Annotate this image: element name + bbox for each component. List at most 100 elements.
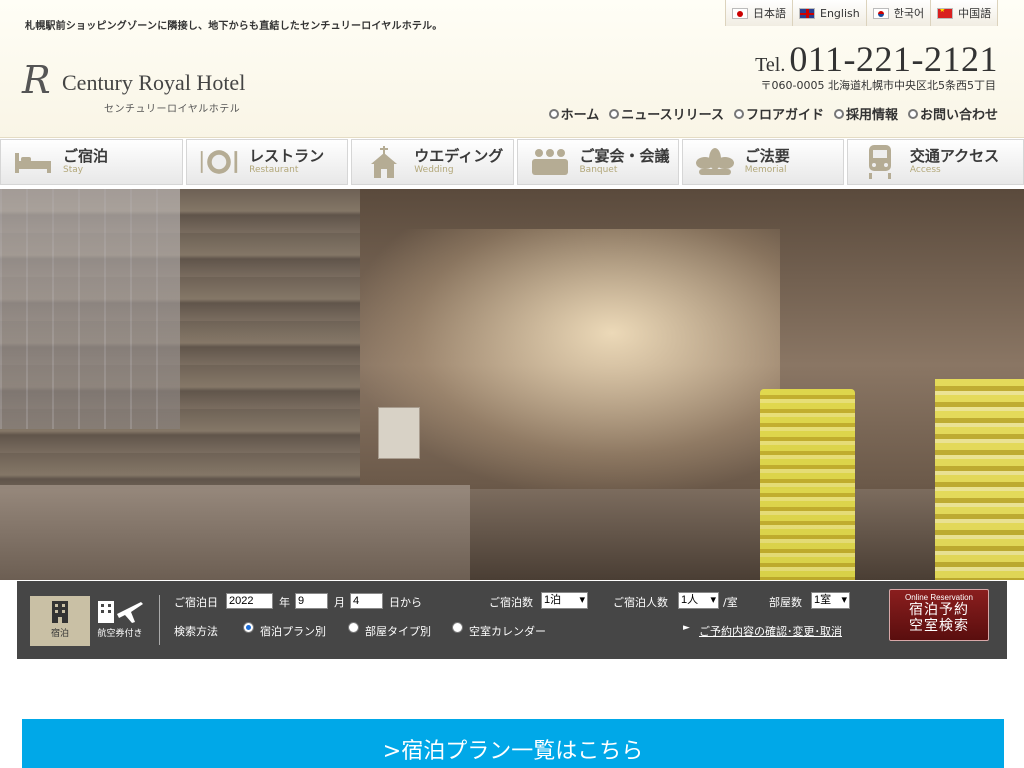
reserve-search-button[interactable]: Online Reservation 宿泊予約 空室検索 [889,589,989,641]
lang-japanese[interactable]: 日本語 [726,0,793,26]
main-navigation: ご宿泊 Stay レストラン Restaurant ウエディング Wedding ご宴… [0,139,1024,187]
bullet-icon [548,108,559,119]
nights-select[interactable]: 1泊 [541,592,588,609]
nav-label: ご法要 [744,147,790,165]
subnav-news[interactable]: ニュースリリース [609,104,724,123]
hero-lamp [760,389,855,580]
subnav-floor-guide[interactable]: フロアガイド [733,104,824,123]
month-input[interactable]: 9 [295,593,328,609]
confirm-reservation-link[interactable]: ご予約内容の確認･変更･取消 [699,623,842,639]
nav-sublabel: Restaurant [249,165,299,175]
plan-list-banner[interactable]: >宿泊プラン一覧はこちら [22,719,1004,768]
logo-kana: センチュリーロイヤルホテル [104,104,241,115]
flag-cn-icon [937,7,954,19]
booking-bar: 宿泊 航空券付き ご宿泊日 2022 年 9 月 4 日から ご宿泊数 1泊 ご… [17,581,1007,659]
lang-chinese[interactable]: 中国語 [931,0,998,26]
building-icon [30,596,90,626]
nav-wedding[interactable]: ウエディング Wedding [351,139,514,185]
subnav-label: フロアガイド [745,108,824,123]
nights-label: ご宿泊数 [489,596,533,609]
subnav-label: ニュースリリース [621,108,724,123]
flag-en-icon [799,7,815,19]
radio-calendar[interactable] [452,622,463,633]
language-switcher: 日本語 English 한국어 中国語 [725,0,999,26]
hero-counter [0,485,470,580]
nav-label: レストラン [249,147,325,165]
subnav-label: 採用情報 [845,108,898,123]
telephone: Tel. 011-221-2121 [755,38,998,80]
nav-sublabel: Banquet [579,165,618,175]
sub-navigation: ホーム ニュースリリース フロアガイド 採用情報 お問い合わせ [548,104,998,123]
year-unit: 年 [279,596,290,609]
tab-label: 宿泊 [50,629,69,639]
tab-air-ticket[interactable]: 航空券付き [90,596,150,646]
subnav-label: ホーム [560,108,600,123]
logo-mark: R [22,58,51,102]
lang-korean[interactable]: 한국어 [866,0,932,26]
guests-select[interactable]: 1人 [678,592,719,609]
bullet-icon [907,108,918,119]
search-method-label: 検索方法 [174,625,218,638]
banquet-icon [530,145,570,179]
rooms-select[interactable]: 1室 [811,592,850,609]
checkin-label: ご宿泊日 [174,596,218,609]
year-input[interactable]: 2022 [226,593,273,609]
nav-sublabel: Wedding [414,165,454,175]
nav-label: 交通アクセス [909,147,1000,165]
nav-label: ご宴会・会議 [579,147,670,165]
radio-room-type-label: 部屋タイプ別 [365,625,431,638]
address: 〒060-0005 北海道札幌市中央区北5条西5丁目 [760,79,996,92]
guests-unit: /室 [723,596,738,609]
subnav-recruit[interactable]: 採用情報 [833,104,898,123]
lang-label: English [820,6,860,20]
building-plane-icon [90,596,150,626]
bullet-icon [833,108,844,119]
flag-jp-icon [732,7,748,19]
hero-sign [378,407,420,459]
subnav-label: お問い合わせ [919,108,998,123]
nav-restaurant[interactable]: レストラン Restaurant [186,139,349,185]
hero-lobby-image [0,189,1024,580]
lang-english[interactable]: English [793,0,867,26]
nav-memorial[interactable]: ご法要 Memorial [681,139,844,185]
tagline: 札幌駅前ショッピングゾーンに隣接し、地下からも直結したセンチュリーロイヤルホテル… [25,21,443,32]
nav-banquet[interactable]: ご宴会・会議 Banquet [516,139,679,185]
button-sublabel: Online Reservation [904,593,974,602]
nav-sublabel: Stay [63,165,84,175]
day-input[interactable]: 4 [350,593,383,609]
nav-sublabel: Memorial [744,165,787,175]
lang-label: 日本語 [753,7,786,20]
radio-plan-label: 宿泊プラン別 [260,625,326,638]
flag-ko-icon [872,7,889,19]
subnav-contact[interactable]: お問い合わせ [907,104,998,123]
site-header: 札幌駅前ショッピングゾーンに隣接し、地下からも直結したセンチュリーロイヤルホテル… [0,0,1024,138]
nav-stay[interactable]: ご宿泊 Stay [0,139,184,185]
divider [159,595,160,645]
guests-label: ご宿泊人数 [613,596,668,609]
radio-room-type[interactable] [348,622,359,633]
plate-icon [199,145,239,179]
tel-label: Tel. [755,54,786,76]
lotus-icon [695,145,735,179]
bullet-icon [609,108,620,119]
train-icon [860,145,900,179]
rooms-label: 部屋数 [769,596,802,609]
nav-label: ウエディング [414,147,504,165]
subnav-home[interactable]: ホーム [548,104,600,123]
tab-stay[interactable]: 宿泊 [30,596,90,646]
hotel-logo[interactable]: R Century Royal Hotel センチュリーロイヤルホテル [22,60,262,120]
arrow-right-icon: ► [683,623,690,633]
hero-window-reflection [0,189,180,429]
tab-label: 航空券付き [97,629,143,639]
nav-label: ご宿泊 [63,147,109,165]
tel-number: 011-221-2121 [789,39,998,79]
bullet-icon [733,108,744,119]
nav-sublabel: Access [909,165,941,175]
nav-access[interactable]: 交通アクセス Access [846,139,1024,185]
radio-plan[interactable] [243,622,254,633]
radio-calendar-label: 空室カレンダー [469,625,546,638]
logo-name: Century Royal Hotel [62,70,246,95]
button-line1: 宿泊予約 [909,602,969,618]
button-line2: 空室検索 [909,618,969,634]
bed-icon [13,145,53,179]
